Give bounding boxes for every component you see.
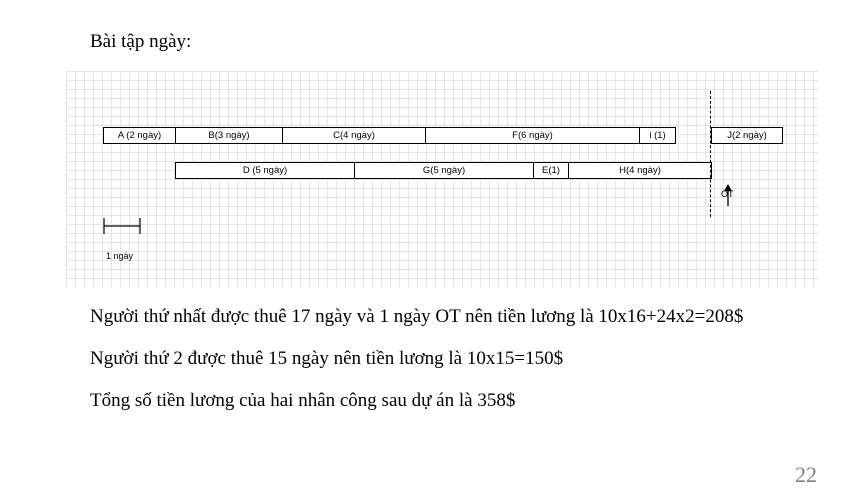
task-b: B(3 ngày)	[175, 127, 283, 144]
task-f: F(6 ngày)	[425, 127, 640, 144]
slide-heading: Bài tập ngày:	[90, 31, 192, 52]
ot-label: OT	[721, 189, 734, 199]
page-number: 22	[795, 462, 817, 487]
summary-line-1: Người thứ nhất được thuê 17 ngày và 1 ng…	[90, 306, 744, 327]
task-h: H(4 ngày)	[568, 162, 712, 179]
task-j: J(2 ngày)	[711, 127, 783, 144]
task-e: E(1)	[533, 162, 569, 179]
ot-divider-line	[710, 91, 711, 217]
summary-line-3: Tổng số tiền lương của hai nhân công sau…	[90, 390, 516, 411]
task-c: C(4 ngày)	[282, 127, 426, 144]
task-d: D (5 ngày)	[175, 162, 355, 179]
task-i: i (1)	[639, 127, 676, 144]
scale-label: 1 ngày	[106, 251, 134, 261]
schedule-diagram: A (2 ngày) B(3 ngày) C(4 ngày) F(6 ngày)…	[66, 71, 818, 287]
task-a: A (2 ngày)	[103, 127, 176, 144]
task-g: G(5 ngày)	[354, 162, 534, 179]
summary-line-2: Người thứ 2 được thuê 15 ngày nên tiền l…	[90, 348, 564, 369]
scale-bar	[103, 218, 141, 234]
